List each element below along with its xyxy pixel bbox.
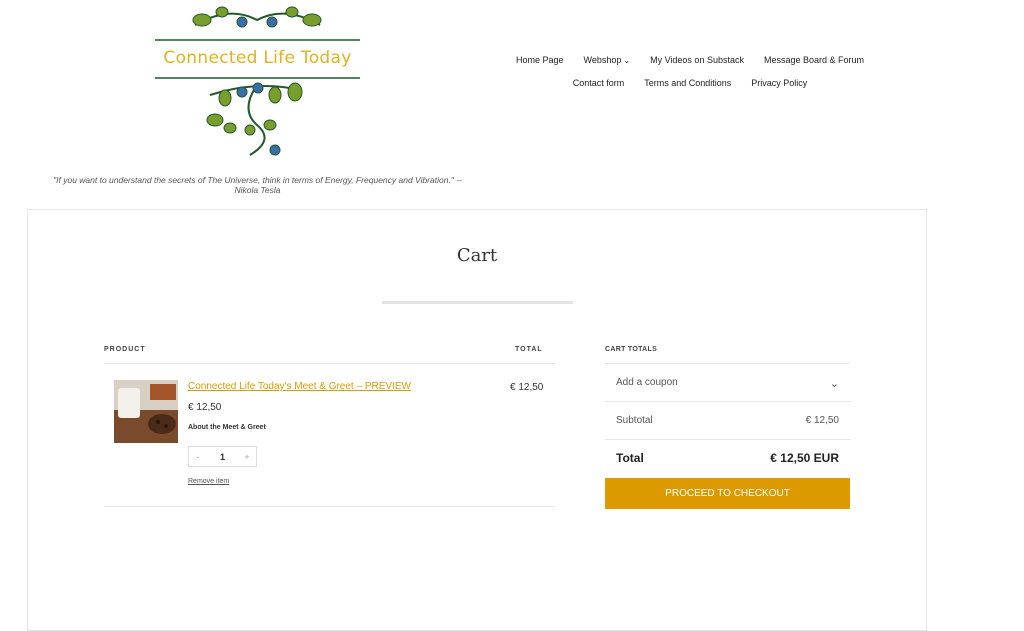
title-divider	[382, 301, 573, 304]
nav-terms[interactable]: Terms and Conditions	[644, 78, 731, 88]
subtotal-divider	[605, 439, 850, 440]
nav-privacy[interactable]: Privacy Policy	[751, 78, 807, 88]
header-divider	[104, 363, 555, 364]
product-column-header: PRODUCT	[104, 346, 146, 353]
cart-totals-heading: CART TOTALS	[605, 346, 658, 353]
product-thumbnail[interactable]	[114, 380, 178, 443]
site-header: Connected Life Today "If you want to und…	[0, 0, 1024, 210]
product-image	[114, 380, 178, 443]
logo-emblem[interactable]	[150, 0, 365, 165]
subtotal-label: Subtotal	[616, 415, 653, 426]
quantity-decrease-button[interactable]: -	[189, 452, 207, 462]
totals-header-divider	[605, 363, 850, 364]
cart-panel: Cart PRODUCT TOTAL Connected Life Today'…	[27, 209, 927, 631]
logo-text: Connected Life Today	[163, 48, 352, 68]
product-name-link[interactable]: Connected Life Today's Meet & Greet – PR…	[188, 381, 411, 392]
chevron-down-icon: ⌄	[829, 378, 839, 390]
quantity-stepper: - 1 +	[188, 446, 257, 467]
add-coupon-toggle[interactable]: Add a coupon ⌄	[605, 377, 850, 397]
nav-contact-form[interactable]: Contact form	[573, 78, 625, 88]
nav-webshop-label: Webshop	[583, 55, 622, 65]
tagline-quote: "If you want to understand the secrets o…	[53, 175, 462, 195]
nav-videos-substack[interactable]: My Videos on Substack	[650, 55, 744, 65]
nav-message-board[interactable]: Message Board & Forum	[764, 55, 864, 65]
product-price: € 12,50	[188, 402, 222, 413]
main-nav: Home Page Webshop ⌄ My Videos on Substack…	[500, 55, 880, 101]
page-title: Cart	[456, 245, 498, 266]
chevron-down-icon: ⌄	[623, 56, 631, 65]
nav-home-page[interactable]: Home Page	[516, 55, 564, 65]
cart-bottom-divider	[104, 506, 555, 507]
quantity-increase-button[interactable]: +	[238, 452, 256, 462]
subtotal-value: € 12,50	[805, 415, 839, 426]
quantity-value[interactable]: 1	[207, 452, 238, 462]
product-description: About the Meet & Greet	[188, 424, 266, 431]
proceed-to-checkout-button[interactable]: PROCEED TO CHECKOUT	[605, 478, 850, 509]
total-value: € 12,50 EUR	[770, 451, 839, 465]
nav-row-1: Home Page Webshop ⌄ My Videos on Substack…	[500, 55, 880, 65]
coupon-divider	[605, 401, 850, 402]
total-label: Total	[616, 451, 644, 465]
coupon-label: Add a coupon	[616, 377, 678, 388]
nav-row-2: Contact form Terms and Conditions Privac…	[500, 78, 880, 88]
remove-item-link[interactable]: Remove item	[188, 478, 229, 485]
nav-webshop[interactable]: Webshop ⌄	[584, 55, 631, 65]
line-item-total: € 12,50	[510, 382, 544, 393]
total-column-header: TOTAL	[515, 346, 543, 353]
